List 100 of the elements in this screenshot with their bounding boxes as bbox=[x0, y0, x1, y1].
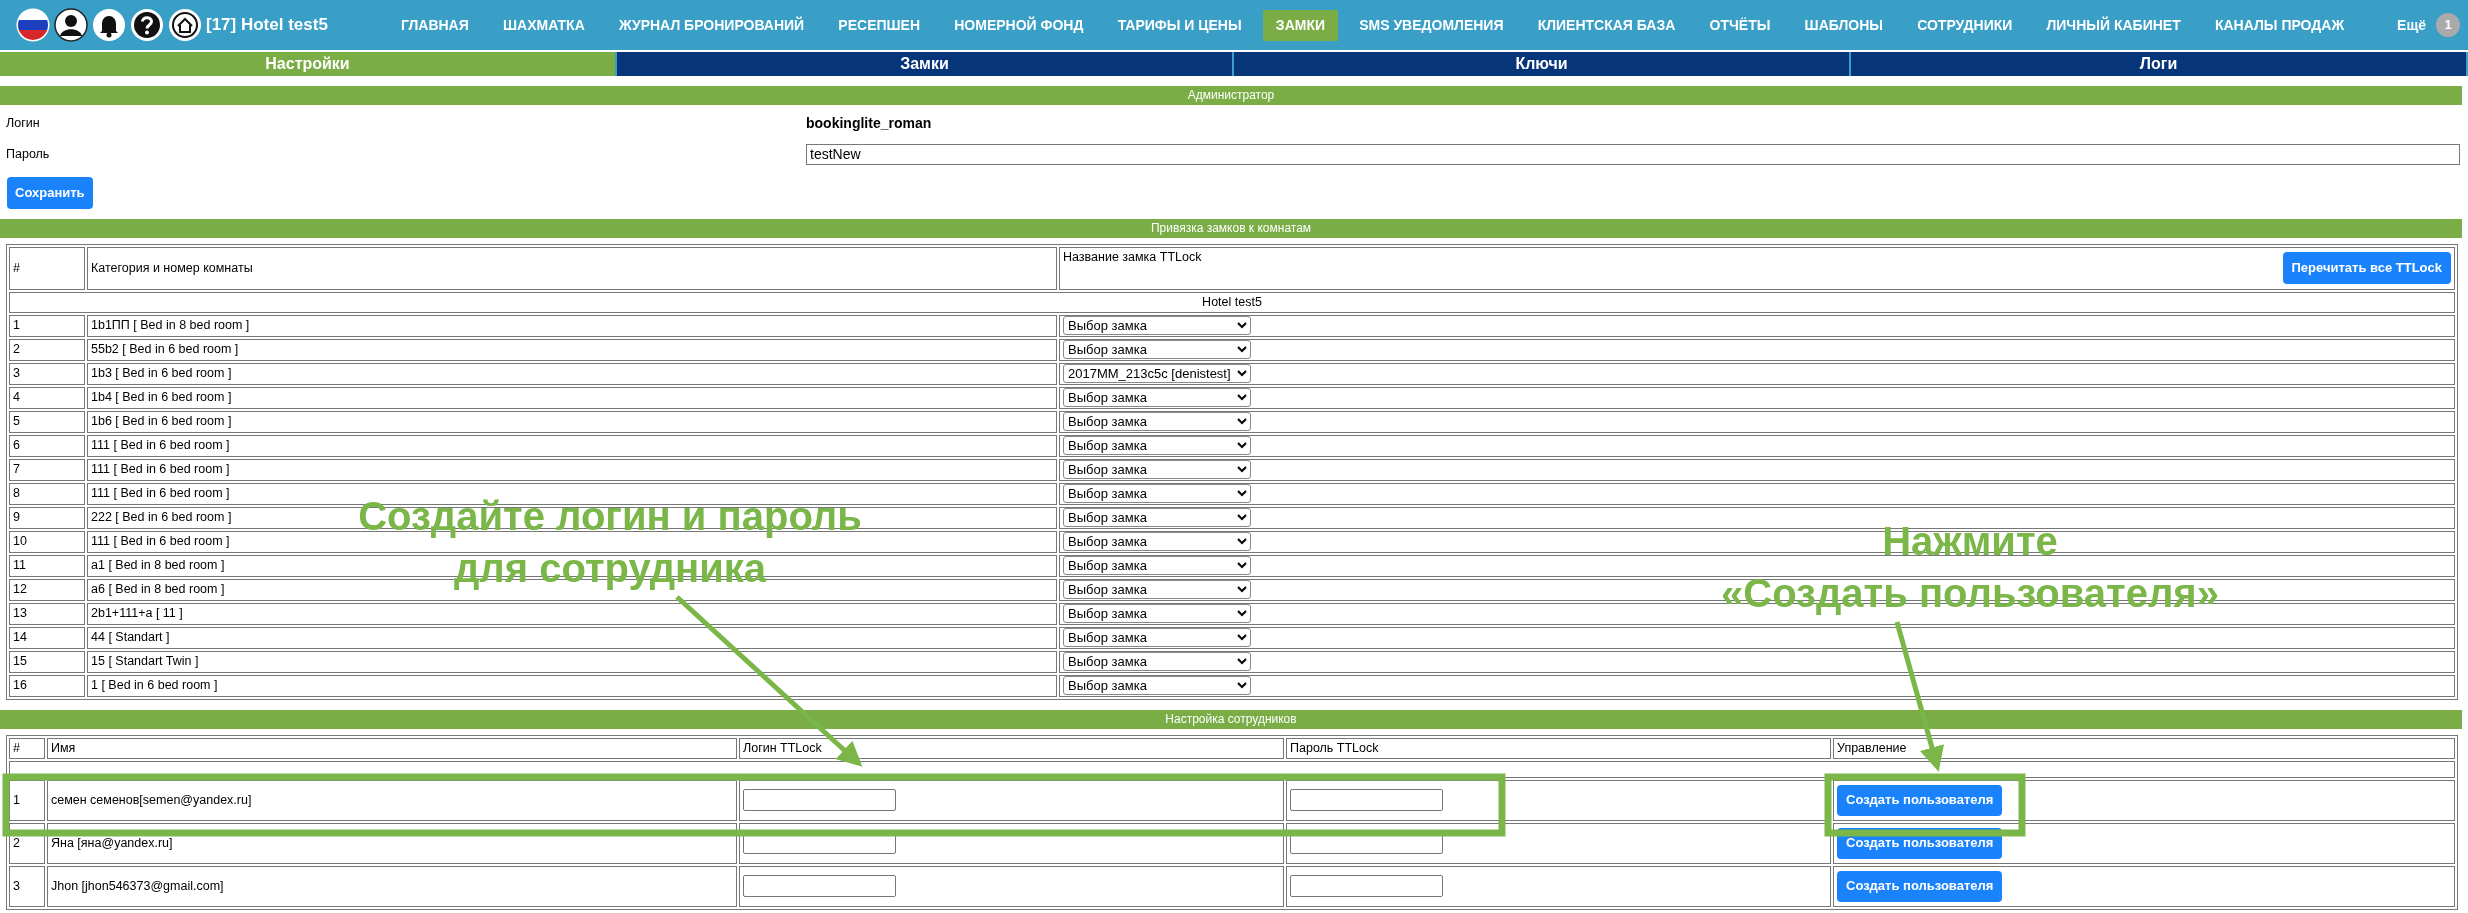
nav-link[interactable]: ТАРИФЫ И ЦЕНЫ bbox=[1104, 9, 1255, 41]
column-header: # bbox=[9, 247, 85, 290]
lock-select[interactable]: Выбор замка bbox=[1063, 579, 1251, 599]
nav-link[interactable]: ЛИЧНЫЙ КАБИНЕТ bbox=[2033, 9, 2194, 41]
column-header: Пароль TTLock bbox=[1286, 737, 1831, 759]
nav-link[interactable]: ШАХМАТКА bbox=[489, 9, 598, 41]
table-cell: 111 [ Bed in 6 bed room ] bbox=[87, 458, 1057, 481]
table-cell: 1 bbox=[9, 314, 85, 337]
table-cell: 13 bbox=[9, 602, 85, 625]
nav-link[interactable]: ОТЧЁТЫ bbox=[1696, 9, 1784, 41]
lock-select[interactable]: Выбор замка bbox=[1063, 387, 1251, 407]
field-label: Пароль bbox=[6, 146, 51, 164]
table-cell: 3 bbox=[9, 362, 85, 385]
nav-link[interactable]: ЖУРНАЛ БРОНИРОВАНИЙ bbox=[605, 9, 818, 41]
group-row: Hotel test5 bbox=[9, 292, 2455, 313]
password-field[interactable]: testNew bbox=[806, 144, 2460, 165]
column-header: # bbox=[9, 737, 45, 759]
login-value: bookinglite_roman bbox=[806, 114, 933, 133]
table-cell: 10 bbox=[9, 530, 85, 553]
table-cell: 1b1ПП [ Bed in 8 bed room ] bbox=[87, 314, 1057, 337]
table-cell: 3 bbox=[9, 865, 45, 907]
table-cell: 2 bbox=[9, 822, 45, 864]
annotation-text: Нажмите bbox=[1882, 518, 2058, 565]
user-icon[interactable] bbox=[54, 8, 88, 42]
column-header: Категория и номер комнаты bbox=[87, 247, 1057, 290]
login-input[interactable] bbox=[743, 875, 896, 897]
sub-tab[interactable]: Замки bbox=[617, 52, 1234, 76]
save-button[interactable]: Сохранить bbox=[7, 177, 93, 209]
table-cell: 14 bbox=[9, 626, 85, 649]
table-cell: Яна [яна@yandex.ru] bbox=[47, 822, 737, 864]
sub-tab[interactable]: Ключи bbox=[1234, 52, 1851, 76]
table-cell: 2b1+111+a [ 11 ] bbox=[87, 602, 1057, 625]
help-icon[interactable] bbox=[130, 8, 164, 42]
table-cell: 11 bbox=[9, 554, 85, 577]
lock-select[interactable]: Выбор замка bbox=[1063, 675, 1251, 695]
column-header: Имя bbox=[47, 737, 737, 759]
table-cell: 1 bbox=[9, 779, 45, 821]
lock-select[interactable]: Выбор замка bbox=[1063, 483, 1251, 503]
password-input[interactable] bbox=[1290, 875, 1443, 897]
nav-link[interactable]: НОМЕРНОЙ ФОНД bbox=[941, 9, 1097, 41]
table-cell: 55b2 [ Bed in 6 bed room ] bbox=[87, 338, 1057, 361]
field-label: Логин bbox=[6, 115, 41, 133]
table-cell: 6 bbox=[9, 434, 85, 457]
table-cell: 8 bbox=[9, 482, 85, 505]
section-header: Администратор bbox=[0, 86, 2462, 105]
flag-icon[interactable] bbox=[16, 8, 50, 42]
hotel-name: [17] Hotel test5 bbox=[206, 14, 328, 37]
table-cell: 12 bbox=[9, 578, 85, 601]
create-user-button[interactable]: Создать пользователя bbox=[1837, 870, 2003, 902]
section-header: Настройка сотрудников bbox=[0, 709, 2462, 729]
lock-select[interactable]: Выбор замка bbox=[1063, 459, 1251, 479]
table-cell: 15 bbox=[9, 650, 85, 673]
nav-link[interactable]: SMS УВЕДОМЛЕНИЯ bbox=[1346, 9, 1517, 41]
table-cell: семен семенов[semen@yandex.ru] bbox=[47, 779, 737, 821]
nav-link[interactable]: РЕСЕПШЕН bbox=[825, 9, 934, 41]
lock-select[interactable]: Выбор замка bbox=[1063, 435, 1251, 455]
sub-tab[interactable]: Настройки bbox=[0, 52, 617, 76]
nav-link[interactable]: КАНАЛЫ ПРОДАЖ bbox=[2201, 9, 2358, 41]
create-user-button[interactable]: Создать пользователя bbox=[1837, 784, 2003, 816]
table-cell: 5 bbox=[9, 410, 85, 433]
table-cell: 1b4 [ Bed in 6 bed room ] bbox=[87, 386, 1057, 409]
lock-select[interactable]: Выбор замка bbox=[1063, 315, 1251, 335]
table-cell: 1b3 [ Bed in 6 bed room ] bbox=[87, 362, 1057, 385]
lock-select[interactable]: Выбор замка bbox=[1063, 507, 1251, 527]
sub-tab[interactable]: Логи bbox=[1851, 52, 2468, 76]
table-cell: 15 [ Standart Twin ] bbox=[87, 650, 1057, 673]
home-icon[interactable] bbox=[168, 8, 202, 42]
lock-select[interactable]: Выбор замка bbox=[1063, 531, 1251, 551]
column-header-text: Название замка TTLock bbox=[1063, 249, 1202, 266]
column-header: Логин TTLock bbox=[739, 737, 1284, 759]
table-cell: 4 bbox=[9, 386, 85, 409]
lock-select[interactable]: Выбор замка bbox=[1063, 411, 1251, 431]
lock-select[interactable]: 2017MM_213c5c [denistest] bbox=[1063, 363, 1251, 383]
table-cell: 9 bbox=[9, 506, 85, 529]
nav-link[interactable]: СОТРУДНИКИ bbox=[1904, 9, 2026, 41]
table-cell: 2 bbox=[9, 338, 85, 361]
table-cell: 16 bbox=[9, 674, 85, 697]
reread-button[interactable]: Перечитать все TTLock bbox=[2282, 252, 2451, 284]
table-cell: 1b6 [ Bed in 6 bed room ] bbox=[87, 410, 1057, 433]
column-header: Управление bbox=[1833, 737, 2455, 759]
lock-select[interactable]: Выбор замка bbox=[1063, 339, 1251, 359]
password-input[interactable] bbox=[1290, 789, 1443, 811]
table-cell: 111 [ Bed in 6 bed room ] bbox=[87, 434, 1057, 457]
notification-badge[interactable]: 1 bbox=[2436, 13, 2460, 37]
nav-link[interactable]: ГЛАВНАЯ bbox=[387, 9, 482, 41]
more-link[interactable]: Ещё bbox=[2397, 14, 2426, 36]
bell-icon[interactable] bbox=[92, 8, 126, 42]
nav-link[interactable]: КЛИЕНТСКАЯ БАЗА bbox=[1524, 9, 1689, 41]
section-header: Привязка замков к комнатам bbox=[0, 219, 2462, 238]
table-cell: 7 bbox=[9, 458, 85, 481]
lock-select[interactable]: Выбор замка bbox=[1063, 627, 1251, 647]
lock-select[interactable]: Выбор замка bbox=[1063, 651, 1251, 671]
lock-select[interactable]: Выбор замка bbox=[1063, 555, 1251, 575]
lock-select[interactable]: Выбор замка bbox=[1063, 603, 1251, 623]
table-cell: 44 [ Standart ] bbox=[87, 626, 1057, 649]
table-cell: 1 [ Bed in 6 bed room ] bbox=[87, 674, 1057, 697]
login-input[interactable] bbox=[743, 789, 896, 811]
nav-link[interactable]: ЗАМКИ bbox=[1262, 9, 1338, 41]
table-cell: Jhon [jhon546373@gmail.com] bbox=[47, 865, 737, 907]
nav-link[interactable]: ШАБЛОНЫ bbox=[1791, 9, 1896, 41]
